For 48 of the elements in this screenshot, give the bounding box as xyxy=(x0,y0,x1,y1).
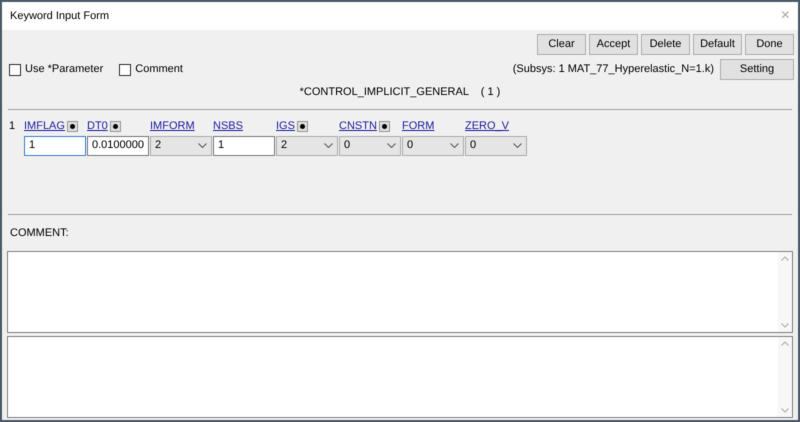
chevron-down-icon xyxy=(781,408,789,413)
checkbox-label: Use *Parameter xyxy=(25,62,104,78)
field-label-link[interactable]: IGS xyxy=(276,118,295,135)
field-label-link[interactable]: IMFORM xyxy=(150,118,195,135)
checkbox[interactable] xyxy=(9,64,21,76)
keyword-title: *CONTROL_IMPLICIT_GENERAL ( 1 ) xyxy=(300,85,500,100)
text-area[interactable] xyxy=(7,251,793,333)
action-button[interactable]: Clear xyxy=(537,34,586,55)
dot-icon[interactable] xyxy=(110,121,121,132)
text-field[interactable]: 1 xyxy=(24,136,86,156)
text-field[interactable]: 1 xyxy=(213,136,275,156)
dot-icon[interactable] xyxy=(378,121,390,132)
comment-label: COMMENT: xyxy=(10,226,69,238)
dropdown[interactable]: 0 xyxy=(339,136,401,156)
chevron-down-icon xyxy=(198,143,207,148)
checkbox-label: Comment xyxy=(135,62,183,78)
dropdown[interactable]: 0 xyxy=(465,136,527,156)
dot-icon[interactable] xyxy=(66,121,78,132)
dot-icon[interactable] xyxy=(296,121,308,132)
action-button[interactable]: Done xyxy=(745,34,794,55)
action-button[interactable]: Delete xyxy=(641,34,690,55)
field-label-link[interactable]: CNSTN xyxy=(339,118,377,135)
text-area[interactable] xyxy=(7,336,793,418)
field-label-link[interactable]: NSBS xyxy=(213,118,243,135)
dropdown[interactable]: 2 xyxy=(150,136,212,156)
subsystem-text: (Subsys: 1 MAT_77_Hyperelastic_N=1.k) xyxy=(512,62,714,78)
window-title: Keyword Input Form xyxy=(10,8,110,24)
setting-button[interactable]: Setting xyxy=(720,59,794,80)
chevron-up-icon xyxy=(781,341,789,346)
chevron-down-icon xyxy=(513,143,522,148)
action-button[interactable]: Default xyxy=(693,34,742,55)
scrollbar[interactable] xyxy=(778,252,792,332)
text-field[interactable]: 0.0100000 xyxy=(87,136,149,156)
chevron-up-icon xyxy=(781,256,789,261)
chevron-down-icon xyxy=(387,143,396,148)
scrollbar[interactable] xyxy=(778,337,792,417)
row-number: 1 xyxy=(9,118,16,134)
dropdown[interactable]: 2 xyxy=(276,136,338,156)
field-label-link[interactable]: ZERO_V xyxy=(465,118,510,135)
field-label-link[interactable]: DT0 xyxy=(87,118,108,135)
chevron-down-icon xyxy=(450,143,459,148)
field-label-link[interactable]: IMFLAG xyxy=(24,118,65,135)
chevron-down-icon xyxy=(324,143,333,148)
field-label-link[interactable]: FORM xyxy=(402,118,434,135)
dropdown[interactable]: 0 xyxy=(402,136,464,156)
checkbox[interactable] xyxy=(119,64,132,76)
chevron-down-icon xyxy=(781,323,789,328)
action-button[interactable]: Accept xyxy=(589,34,638,55)
